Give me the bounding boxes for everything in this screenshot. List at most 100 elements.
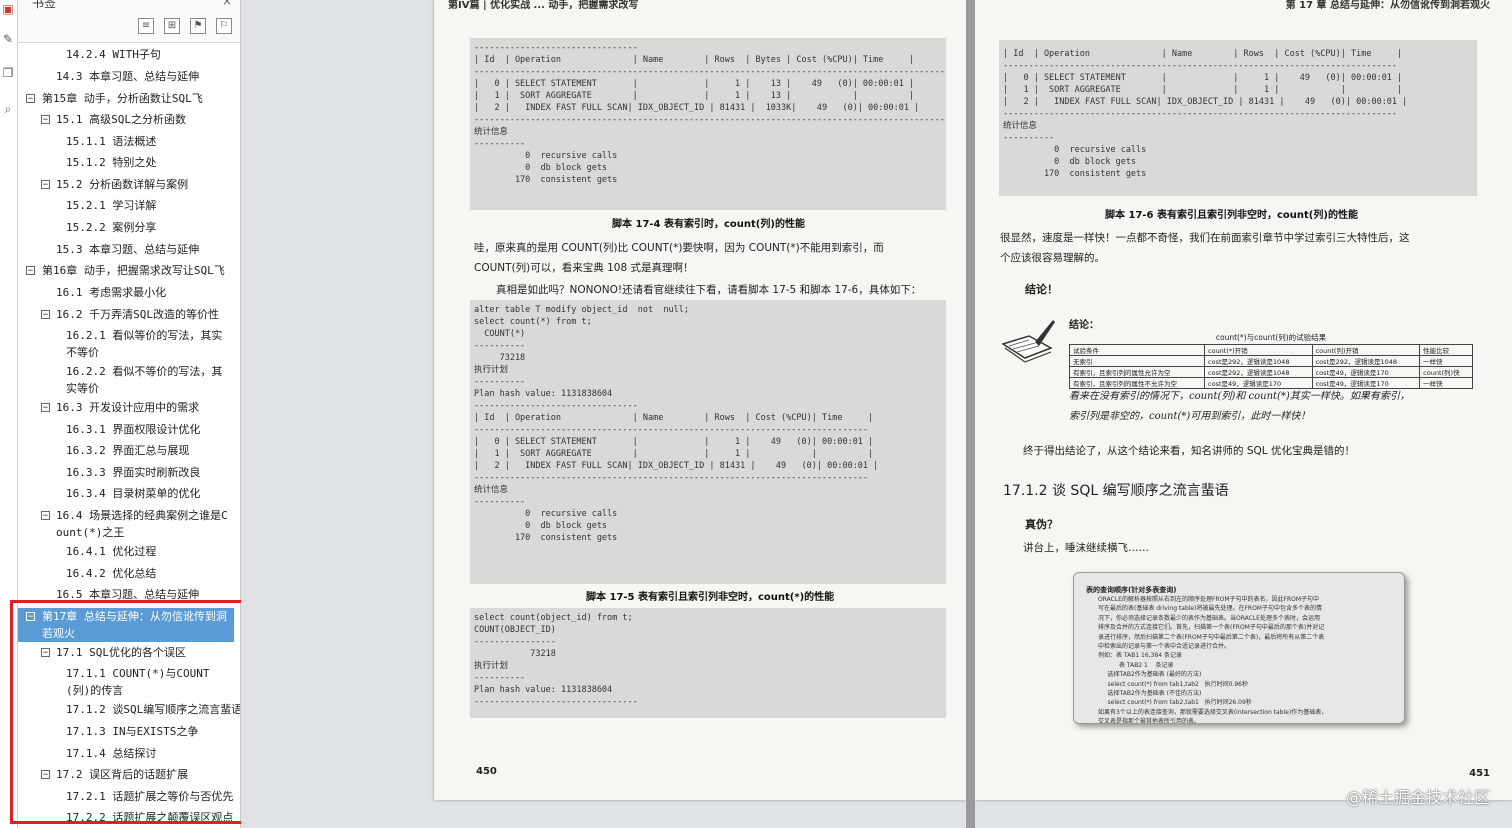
bookmark-item[interactable]: 15.2.1 学习详解 — [18, 197, 234, 214]
table-cell: cost是292，逻辑读是1048 — [1204, 355, 1313, 367]
bookmark-item-selected[interactable]: − 第17章 总结与延伸：从勿信讹传到洞若观火 — [18, 608, 234, 642]
table-caption: count(*)与count(列)的试验结果 — [1215, 333, 1327, 342]
collapse-all-icon[interactable]: ≡ — [138, 18, 154, 34]
bookmark-item[interactable]: − 第15章 动手，分析函数让SQL飞 — [18, 90, 234, 107]
body-paragraph: 很显然，速度是一样快！一点都不奇怪，我们在前面索引章节中学过索引三大特性后，这 … — [1000, 232, 1410, 264]
bookmark-item[interactable]: −15.2 分析函数详解与案例 — [18, 176, 234, 193]
expand-all-icon[interactable]: ⊞ — [164, 18, 180, 34]
close-icon[interactable]: × — [222, 0, 232, 8]
page-running-header: 第IV篇 | 优化实战 ... 动手，把握需求改写 — [448, 0, 639, 11]
bookmark-label: 17.2.2 话题扩展之颠覆误区观点 — [66, 811, 234, 824]
collapse-toggle-icon[interactable]: − — [41, 310, 50, 320]
table-cell: cost是292，逻辑读是1048 — [1204, 366, 1313, 378]
bookmark-label: 17.2.1 话题扩展之等价与否优先 — [66, 790, 234, 803]
bookmark-item[interactable]: 15.1.1 语法概述 — [18, 133, 234, 150]
bookmark-label: 15.2.1 学习详解 — [66, 199, 157, 212]
sidebar-header: 书签 × ≡ ⊞ ⚑ ⚐ — [18, 0, 240, 43]
table-header-cell: count(列)开销 — [1311, 344, 1421, 356]
bookmark-item[interactable]: 17.1.3 IN与EXISTS之争 — [18, 723, 234, 740]
bookmark-item[interactable]: 14.3 本章习题、总结与延伸 — [18, 68, 234, 85]
collapse-toggle-icon[interactable]: − — [41, 511, 50, 521]
bookmark-item[interactable]: 16.2.2 看似不等价的写法，其实等价 — [18, 363, 234, 397]
inset-title: 表的查询顺序(针对多表查询) — [1086, 586, 1177, 594]
bookmark-icon[interactable]: ⚐ — [216, 18, 232, 34]
table-header-cell: 性能比较 — [1419, 344, 1473, 356]
bookmark-label: 16.2.2 看似不等价的写法，其实等价 — [66, 365, 223, 395]
bookmark-item[interactable]: 17.2.2 话题扩展之颠覆误区观点 — [18, 809, 234, 826]
add-bookmark-icon[interactable]: ⚑ — [190, 18, 206, 34]
bookmark-item[interactable]: 15.2.2 案例分享 — [18, 219, 234, 236]
sidebar-title: 书签 — [32, 0, 57, 10]
table-cell: 一样快 — [1419, 355, 1473, 367]
bookmark-label: 16.4 场景选择的经典案例之谁是Count(*)之王 — [56, 509, 228, 539]
bookmark-item[interactable]: 14.2.4 WITH子句 — [18, 46, 234, 63]
bookmark-label: 16.3 开发设计应用中的需求 — [56, 401, 200, 414]
bookmark-label: 17.1.4 总结探讨 — [66, 747, 157, 760]
bookmark-label: 16.4.2 优化总结 — [66, 567, 157, 580]
bookmark-item[interactable]: 16.3.3 界面实时刷新改良 — [18, 464, 234, 481]
note-icon — [999, 318, 1057, 366]
collapse-toggle-icon[interactable]: − — [41, 770, 50, 780]
bookmark-label: 16.1 考虑需求最小化 — [56, 286, 167, 299]
bookmark-item[interactable]: 16.2.1 看似等价的写法，其实不等价 — [18, 327, 234, 361]
collapse-toggle-icon[interactable]: − — [41, 180, 50, 190]
bookmark-label: 16.5 本章习题、总结与延伸 — [56, 588, 200, 601]
collapse-toggle-icon[interactable]: − — [26, 266, 35, 276]
collapse-toggle-icon[interactable]: − — [41, 403, 50, 413]
collapse-toggle-icon[interactable]: − — [26, 94, 35, 104]
bookmark-label: 第15章 动手，分析函数让SQL飞 — [42, 92, 203, 105]
bookmark-item[interactable]: 17.2.1 话题扩展之等价与否优先 — [18, 788, 234, 805]
bookmark-item[interactable]: 16.3.1 界面权限设计优化 — [18, 421, 234, 438]
watermark: @稀土掘金技术社区 — [1345, 788, 1490, 807]
screenshot-inset: 表的查询顺序(针对多表查询) ORACLE的解析器按照从右到左的顺序处理FROM… — [1073, 572, 1405, 724]
document-viewer[interactable]: 第IV篇 | 优化实战 ... 动手，把握需求改写 --------------… — [241, 0, 1512, 828]
collapse-toggle-icon[interactable]: − — [41, 115, 50, 125]
bookmark-item[interactable]: −16.3 开发设计应用中的需求 — [18, 399, 234, 416]
sub-heading: 真伪？ — [1025, 518, 1058, 531]
pages-icon[interactable]: ❐ — [2, 66, 14, 80]
bookmark-item[interactable]: 16.3.4 目录树菜单的优化 — [18, 485, 234, 502]
table-cell: cost是49，逻辑读是170 — [1311, 366, 1421, 378]
bookmark-item[interactable]: 17.1.2 谈SQL编写顺序之流言蜚语 — [18, 701, 240, 718]
bookmark-item[interactable]: 16.1 考虑需求最小化 — [18, 284, 234, 301]
search-icon[interactable]: ⌕ — [2, 102, 14, 116]
page-running-header: 第 17 章 总结与延伸：从勿信讹传到洞若观火 — [1285, 0, 1490, 11]
conclusion-label: 结论： — [1069, 320, 1099, 331]
execution-plan-text: select count(object_id) from t; COUNT(OB… — [474, 613, 638, 707]
page-gutter — [966, 0, 975, 828]
bookmark-label: 16.4.1 优化过程 — [66, 545, 157, 558]
bookmark-item[interactable]: −17.2 误区背后的话题扩展 — [18, 766, 234, 783]
collapse-toggle-icon[interactable]: − — [41, 648, 50, 658]
bookmark-item[interactable]: 15.1.2 特别之处 — [18, 154, 234, 171]
edit-icon[interactable]: ✎ — [2, 32, 14, 46]
pdf-icon[interactable]: ▣ — [2, 2, 14, 16]
bookmark-label: 16.3.2 界面汇总与展现 — [66, 444, 190, 457]
page-number: 450 — [476, 766, 497, 777]
bookmark-item[interactable]: 17.1.4 总结探讨 — [18, 745, 234, 762]
bookmark-label: 15.1.2 特别之处 — [66, 156, 157, 169]
bookmark-label: 15.1 高级SQL之分析函数 — [56, 113, 186, 126]
collapse-toggle-icon[interactable]: − — [26, 612, 35, 622]
bookmark-item[interactable]: −16.2 千万弄清SQL改造的等价性 — [18, 306, 234, 323]
bookmark-item[interactable]: −15.1 高级SQL之分析函数 — [18, 111, 234, 128]
bookmark-label: 15.1.1 语法概述 — [66, 135, 157, 148]
bookmark-label: 第17章 总结与延伸：从勿信讹传到洞若观火 — [42, 610, 227, 640]
bookmark-label: 16.3.4 目录树菜单的优化 — [66, 487, 201, 500]
bookmark-item[interactable]: − 第16章 动手，把握需求改写让SQL飞 — [18, 262, 234, 279]
bookmark-label: 16.3.1 界面权限设计优化 — [66, 423, 201, 436]
bookmark-item[interactable]: 17.1.1 COUNT(*)与COUNT(列)的传言 — [18, 665, 234, 699]
bookmark-label: 16.2.1 看似等价的写法，其实不等价 — [66, 329, 223, 359]
bookmark-item[interactable]: −16.4 场景选择的经典案例之谁是Count(*)之王 — [18, 507, 234, 541]
body-paragraph: 终于得出结论了，从这个结论来看，知名讲师的 SQL 优化宝典是错的！ — [1023, 445, 1355, 457]
table-row: 无索引 cost是292，逻辑读是1048 cost是292，逻辑读是1048 一样快 — [1068, 355, 1473, 367]
conclusion-heading: 结论！ — [1025, 283, 1058, 296]
script-caption: 脚本 17-4 表有索引时，count(列)的性能 — [612, 219, 805, 230]
bookmark-item[interactable]: 16.4.1 优化过程 — [18, 543, 234, 560]
bookmark-item[interactable]: −17.1 SQL优化的各个误区 — [18, 644, 234, 661]
bookmark-item[interactable]: 16.5 本章习题、总结与延伸 — [18, 586, 234, 603]
bookmark-item[interactable]: 16.4.2 优化总结 — [18, 565, 234, 582]
bookmark-item[interactable]: 16.3.2 界面汇总与展现 — [18, 442, 234, 459]
bookmark-item[interactable]: 15.3 本章习题、总结与延伸 — [18, 241, 234, 258]
bookmark-label: 15.2.2 案例分享 — [66, 221, 157, 234]
bookmark-label: 17.1.1 COUNT(*)与COUNT(列)的传言 — [66, 667, 210, 697]
